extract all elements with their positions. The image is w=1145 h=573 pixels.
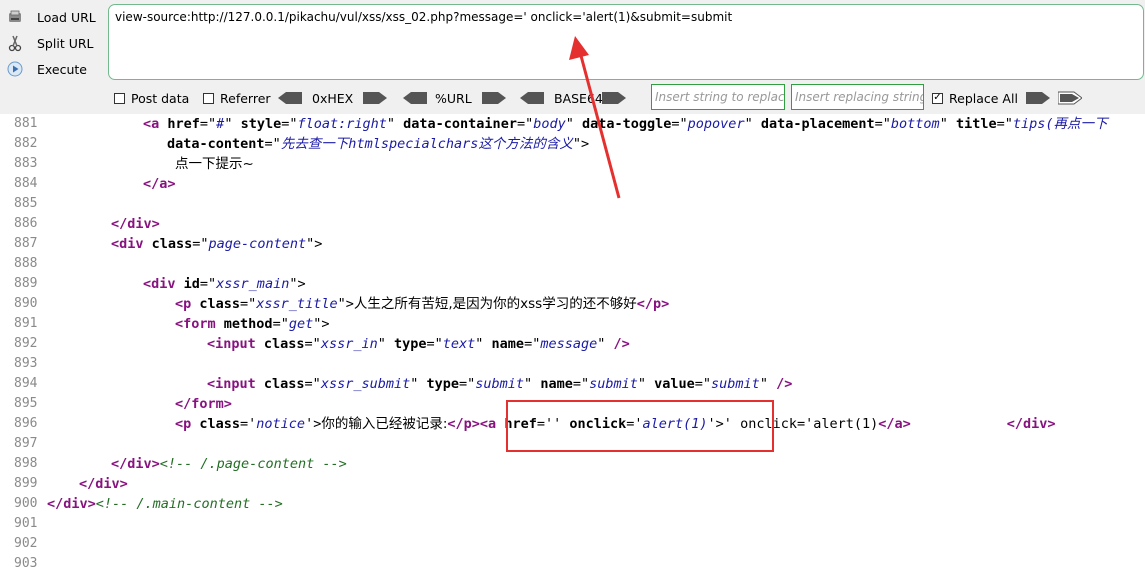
line-number: 894: [14, 376, 38, 391]
code-line-900: </div><!-- /.main-content -->: [47, 496, 283, 512]
code-line-889: <div id="xssr_main">: [143, 276, 306, 292]
code-line-882: data-content="先去查一下htmlspecialchars这个方法的…: [167, 136, 590, 152]
line-number: 888: [14, 256, 38, 271]
code-line-887: <div class="page-content">: [111, 236, 323, 252]
insert-string-field[interactable]: Insert string to replace: [651, 84, 785, 110]
highlight-box: [506, 400, 774, 452]
play-icon: [6, 60, 24, 78]
line-number: 882: [14, 136, 38, 151]
arrow-right-icon[interactable]: [1026, 92, 1050, 104]
post-data-checkbox[interactable]: Post data: [114, 89, 189, 107]
url-encode-group: %URL: [403, 89, 506, 107]
line-number: 901: [14, 516, 38, 531]
base64-encode-group: BASE64: [520, 89, 626, 107]
pct-url-label: %URL: [435, 90, 472, 106]
hex-label: 0xHEX: [312, 90, 354, 106]
line-number: 897: [14, 436, 38, 451]
replacing-string-field[interactable]: Insert replacing string: [791, 84, 924, 110]
insert-string-placeholder: Insert string to replace: [655, 90, 785, 104]
arrow-right-icon[interactable]: [602, 92, 626, 104]
line-number: 892: [14, 336, 38, 351]
split-url-label: Split URL: [37, 35, 94, 51]
line-number: 884: [14, 176, 38, 191]
load-url-icon: [6, 8, 24, 26]
arrow-left-icon[interactable]: [520, 92, 544, 104]
replacing-string-placeholder: Insert replacing string: [795, 90, 924, 104]
source-view: 881 <a href="#" style="float:right" data…: [0, 114, 1145, 573]
line-number: 900: [14, 496, 38, 511]
referrer-checkbox[interactable]: Referrer: [203, 89, 271, 107]
line-number: 891: [14, 316, 38, 331]
line-number: 889: [14, 276, 38, 291]
checkbox-icon: [114, 92, 125, 104]
arrow-right-icon[interactable]: [481, 92, 506, 104]
code-line-891: <form method="get">: [175, 316, 330, 332]
arrow-right-icon[interactable]: [363, 92, 388, 104]
line-number: 899: [14, 476, 38, 491]
code-line-895: </form>: [175, 396, 232, 412]
code-line-883: 点一下提示~: [175, 156, 254, 172]
line-number: 898: [14, 456, 38, 471]
code-line-884: </a>: [143, 176, 176, 192]
post-data-label: Post data: [131, 90, 190, 106]
line-number: 902: [14, 536, 38, 551]
referrer-label: Referrer: [220, 90, 271, 106]
hex-encode-group: 0xHEX: [278, 89, 388, 107]
code-line-886: </div>: [111, 216, 160, 232]
code-line-892: <input class="xssr_in" type="text" name=…: [207, 336, 630, 352]
line-number: 896: [14, 416, 38, 431]
code-line-898: </div><!-- /.page-content -->: [111, 456, 347, 472]
line-number: 895: [14, 396, 38, 411]
url-textarea[interactable]: view-source:http://127.0.0.1/pikachu/vul…: [108, 4, 1144, 80]
code-line-899: </div>: [79, 476, 128, 492]
load-url-button[interactable]: Load URL: [6, 6, 96, 28]
scissors-icon: [6, 34, 24, 52]
code-line-881: <a href="#" style="float:right" data-con…: [143, 116, 1108, 132]
checkbox-icon: [203, 92, 214, 104]
url-value: view-source:http://127.0.0.1/pikachu/vul…: [115, 10, 733, 24]
execute-button[interactable]: Execute: [6, 58, 87, 80]
base64-label: BASE64: [554, 90, 602, 106]
code-line-894: <input class="xssr_submit" type="submit"…: [207, 376, 793, 392]
line-number: 890: [14, 296, 38, 311]
line-number: 903: [14, 556, 38, 571]
line-number: 893: [14, 356, 38, 371]
split-url-button[interactable]: Split URL: [6, 32, 94, 54]
arrow-left-icon[interactable]: [403, 92, 427, 104]
arrow-left-icon[interactable]: [278, 92, 302, 104]
replace-all-checkbox[interactable]: ✓ Replace All: [932, 89, 1018, 107]
line-number: 881: [14, 116, 38, 131]
replace-arrows: [1026, 89, 1082, 107]
double-arrow-right-icon[interactable]: [1058, 91, 1082, 105]
line-number: 883: [14, 156, 38, 171]
code-line-890: <p class="xssr_title">人生之所有苦短,是因为你的xss学习…: [175, 296, 670, 312]
line-number: 885: [14, 196, 38, 211]
line-number: 886: [14, 216, 38, 231]
checkbox-checked-icon: ✓: [932, 92, 943, 104]
hackbar-toolbar: Load URL Split URL Execute view-source:h…: [0, 0, 1145, 114]
execute-label: Execute: [37, 61, 87, 77]
load-url-label: Load URL: [37, 9, 96, 25]
line-number: 887: [14, 236, 38, 251]
replace-all-label: Replace All: [949, 90, 1018, 106]
